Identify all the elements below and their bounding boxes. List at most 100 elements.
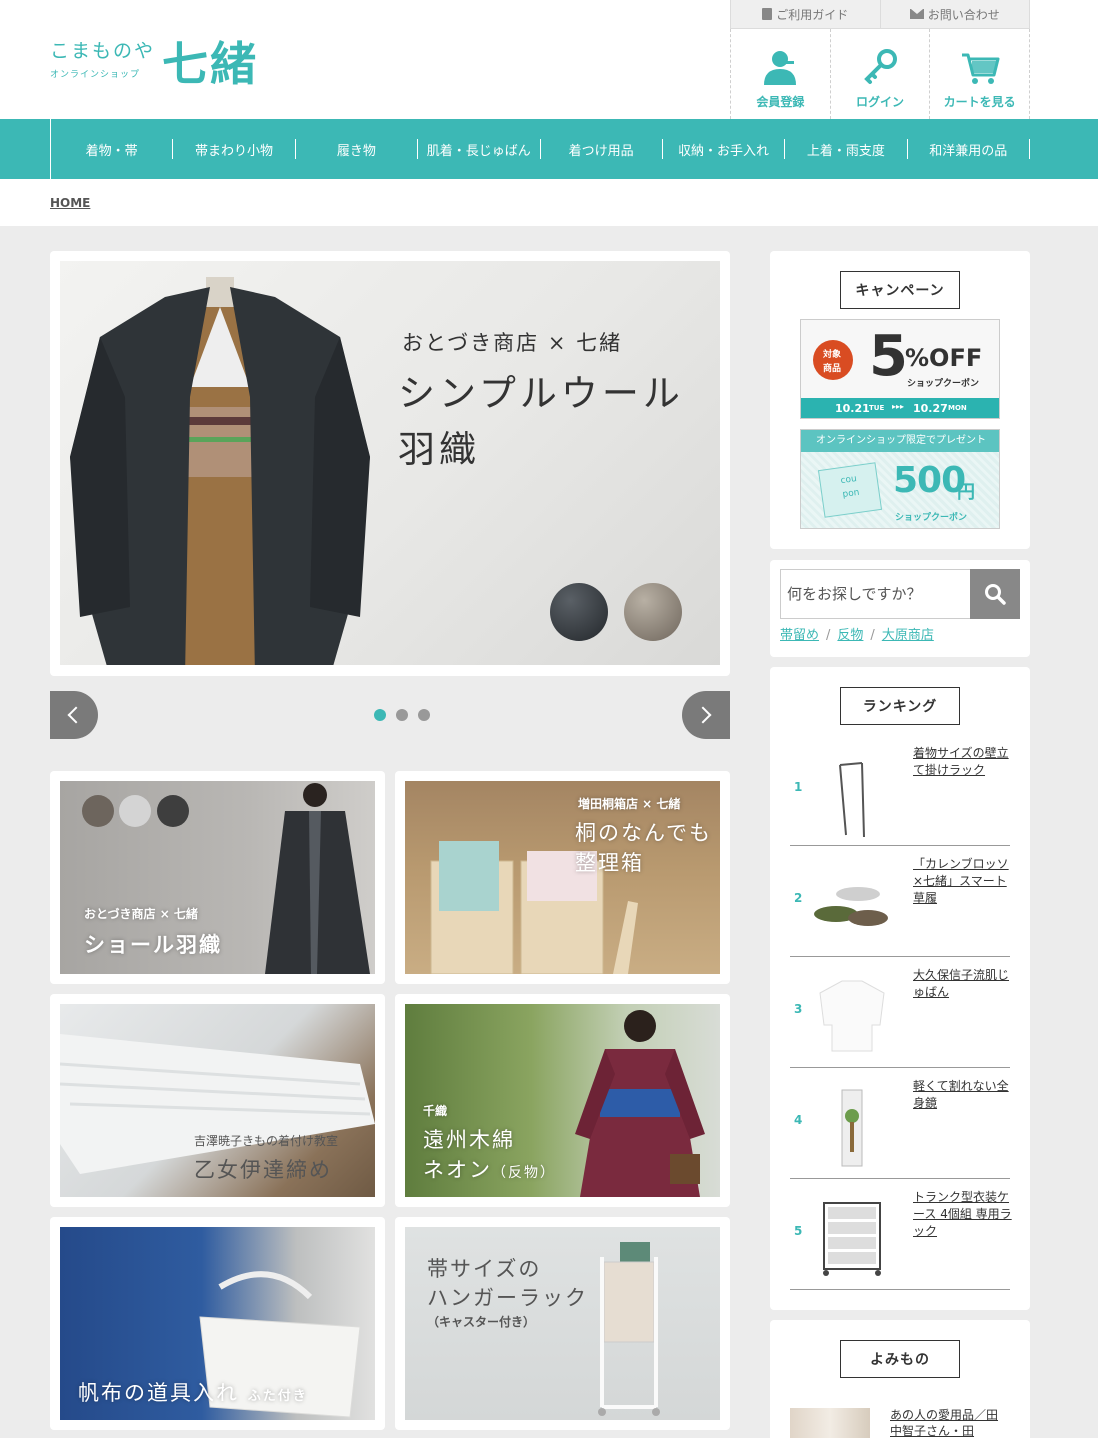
- slider-prev-button[interactable]: [50, 691, 98, 739]
- banner-sub: おとづき商店 × 七緒: [84, 907, 198, 921]
- mail-icon: [909, 9, 924, 19]
- banner-sub: 吉澤暁子きもの着付け教室: [194, 1134, 339, 1148]
- banner-hanger-rack[interactable]: 帯サイズの ハンガーラック （キャスター付き）: [395, 1217, 730, 1430]
- article-link[interactable]: あの人の愛用品／田中智子さん・田: [890, 1407, 1000, 1438]
- rank-name: 大久保信子流肌じゅばん: [913, 968, 1010, 999]
- cart-icon: [961, 53, 1000, 84]
- user-icon: [764, 51, 797, 85]
- cart-button[interactable]: カートを見る: [929, 29, 1031, 119]
- banner-enshu-cotton[interactable]: 千織 遠州木綿 ネオン（反物）: [395, 994, 730, 1207]
- coupon-off: %OFF: [905, 344, 983, 372]
- reading-box: よみもの あの人の愛用品／田中智子さん・田: [770, 1320, 1030, 1438]
- slider-next-button[interactable]: [682, 691, 730, 739]
- ranking-title: ランキング: [840, 687, 960, 725]
- search-button[interactable]: [970, 569, 1020, 619]
- global-nav: 着物・帯 帯まわり小物 履き物 肌着・長じゅばん 着つけ用品 収納・お手入れ 上…: [0, 119, 1098, 179]
- rank-number: 2: [794, 891, 803, 905]
- logo-sub: オンラインショップ: [50, 70, 141, 80]
- banner-shawl-haori[interactable]: おとづき商店 × 七緒 ショール羽織: [50, 771, 385, 984]
- search-tag[interactable]: 帯留め: [780, 628, 819, 643]
- ranking-item[interactable]: 1 着物サイズの壁立て掛けラック: [790, 735, 1010, 846]
- nav-item-outerwear[interactable]: 上着・雨支度: [785, 139, 908, 159]
- campaign-box: キャンペーン 対象 商品 5 %OFF ショップクーポン 10.21 TUE ▸…: [770, 251, 1030, 549]
- banner-title-1: 遠州木綿: [423, 1128, 515, 1152]
- nav-item-obi-accessories[interactable]: 帯まわり小物: [173, 139, 296, 159]
- member-nav: 会員登録 ログイン カートを見る: [730, 29, 1031, 119]
- search-icon: [985, 584, 1006, 605]
- search-box: 帯留め/反物/大原商店: [770, 560, 1030, 657]
- guide-link[interactable]: ご利用ガイド: [730, 0, 881, 29]
- slide-subtitle: おとづき商店 × 七緒: [402, 331, 623, 355]
- book-icon: [762, 8, 773, 20]
- banner-image: 増田桐箱店 × 七緒 桐のなんでも 整理箱: [405, 781, 720, 974]
- slider-dots: [374, 709, 430, 721]
- rank-name: トランク型衣装ケース 4個組 専用ラック: [913, 1190, 1012, 1238]
- banner-image: 千織 遠州木綿 ネオン（反物）: [405, 1004, 720, 1197]
- product-image: [841, 1089, 863, 1167]
- banner-title: 乙女伊達締め: [194, 1158, 332, 1182]
- slide-title-1: シンプルウール: [398, 372, 684, 415]
- coupon-5off[interactable]: 対象 商品 5 %OFF ショップクーポン 10.21 TUE ▸▸▸ 10.2…: [800, 319, 1000, 419]
- coupon-period: 10.21 TUE ▸▸▸ 10.27 MON: [801, 398, 999, 418]
- banner-image: 吉澤暁子きもの着付け教室 乙女伊達締め: [60, 1004, 375, 1197]
- campaign-title: キャンペーン: [840, 271, 960, 309]
- ranking-item[interactable]: 2 「カレンブロッソ×七緒」スマート草履: [790, 846, 1010, 957]
- slider-controls: [50, 691, 730, 739]
- banner-title: ショール羽織: [84, 933, 222, 957]
- search-input[interactable]: [780, 569, 970, 619]
- slide-title-2: 羽織: [398, 428, 480, 471]
- site-header: こまものや オンラインショップ 七緒 ご利用ガイド お問い合わせ 会員登録 ログ…: [0, 0, 1098, 119]
- login-button[interactable]: ログイン: [829, 29, 930, 119]
- nav-item-underwear[interactable]: 肌着・長じゅばん: [418, 139, 541, 159]
- ranking-item[interactable]: 5 トランク型衣装ケース 4個組 専用ラック: [790, 1179, 1012, 1290]
- rank-name: 「カレンブロッソ×七緒」スマート草履: [913, 857, 1009, 905]
- register-button[interactable]: 会員登録: [730, 29, 830, 119]
- ranking-item[interactable]: 3 大久保信子流肌じゅばん: [790, 957, 1010, 1068]
- nav-item-kimono[interactable]: 着物・帯: [51, 139, 174, 159]
- slider-dot-2[interactable]: [396, 709, 408, 721]
- banner-kiri-box[interactable]: 増田桐箱店 × 七緒 桐のなんでも 整理箱: [395, 771, 730, 984]
- search-tag[interactable]: 反物: [837, 628, 863, 643]
- coupon-card-icon: cou pon: [817, 462, 883, 518]
- rank-name: 着物サイズの壁立て掛けラック: [913, 746, 1009, 777]
- product-image: [814, 887, 888, 926]
- ranking-box: ランキング 1 着物サイズの壁立て掛けラック 2 「カレンブロッソ×七緒」スマー…: [770, 667, 1030, 1310]
- banner-otome-datejime[interactable]: 吉澤暁子きもの着付け教室 乙女伊達締め: [50, 994, 385, 1207]
- nav-item-footwear[interactable]: 履き物: [296, 139, 419, 159]
- haori-image: [70, 277, 370, 665]
- nav-item-wayo[interactable]: 和洋兼用の品: [908, 139, 1030, 159]
- banner-title-2: 整理箱: [575, 851, 644, 875]
- coupon-500yen[interactable]: オンラインショップ限定でプレゼント cou pon 500 円 ショップクーポン: [800, 429, 1000, 529]
- slider-dot-3[interactable]: [418, 709, 430, 721]
- product-image: [823, 1202, 881, 1276]
- banner-title-2: ハンガーラック: [427, 1286, 588, 1310]
- ranking-item[interactable]: 4 軽くて割れない全身鏡: [790, 1068, 1010, 1179]
- banner-canvas-case[interactable]: 帆布の道具入れ ふた付き: [50, 1217, 385, 1430]
- breadcrumb: HOME: [0, 179, 1098, 226]
- coupon-amount: 500: [893, 460, 966, 501]
- slider-dot-1[interactable]: [374, 709, 386, 721]
- nav-item-dressing-tools[interactable]: 着つけ用品: [541, 139, 663, 159]
- logo-kanji: 七緒: [162, 37, 258, 91]
- search-tag[interactable]: 大原商店: [882, 628, 934, 643]
- chevron-right-icon: [694, 706, 712, 724]
- slide-banner[interactable]: おとづき商店 × 七緒 シンプルウール 羽織: [60, 261, 720, 665]
- contact-link[interactable]: お問い合わせ: [880, 0, 1030, 29]
- rank-number: 4: [794, 1113, 803, 1127]
- banner-image: 帆布の道具入れ ふた付き: [60, 1227, 375, 1420]
- breadcrumb-home[interactable]: HOME: [50, 196, 90, 210]
- utility-nav: ご利用ガイド お問い合わせ: [730, 0, 1030, 29]
- guide-label: ご利用ガイド: [776, 7, 849, 22]
- login-label: ログイン: [856, 95, 905, 109]
- banner-sub: 千織: [423, 1104, 448, 1118]
- register-label: 会員登録: [756, 95, 805, 109]
- banner-title-1: 桐のなんでも: [575, 821, 712, 845]
- banner-image: おとづき商店 × 七緒 ショール羽織: [60, 781, 375, 974]
- main-slider: おとづき商店 × 七緒 シンプルウール 羽織: [50, 251, 730, 676]
- banner-image: 帯サイズの ハンガーラック （キャスター付き）: [405, 1227, 720, 1420]
- reading-title: よみもの: [840, 1340, 960, 1378]
- nav-item-storage-care[interactable]: 収納・お手入れ: [663, 139, 786, 159]
- banner-title-3: （キャスター付き）: [427, 1315, 536, 1329]
- color-swatch-dark: [550, 583, 608, 641]
- product-image: [819, 980, 885, 1052]
